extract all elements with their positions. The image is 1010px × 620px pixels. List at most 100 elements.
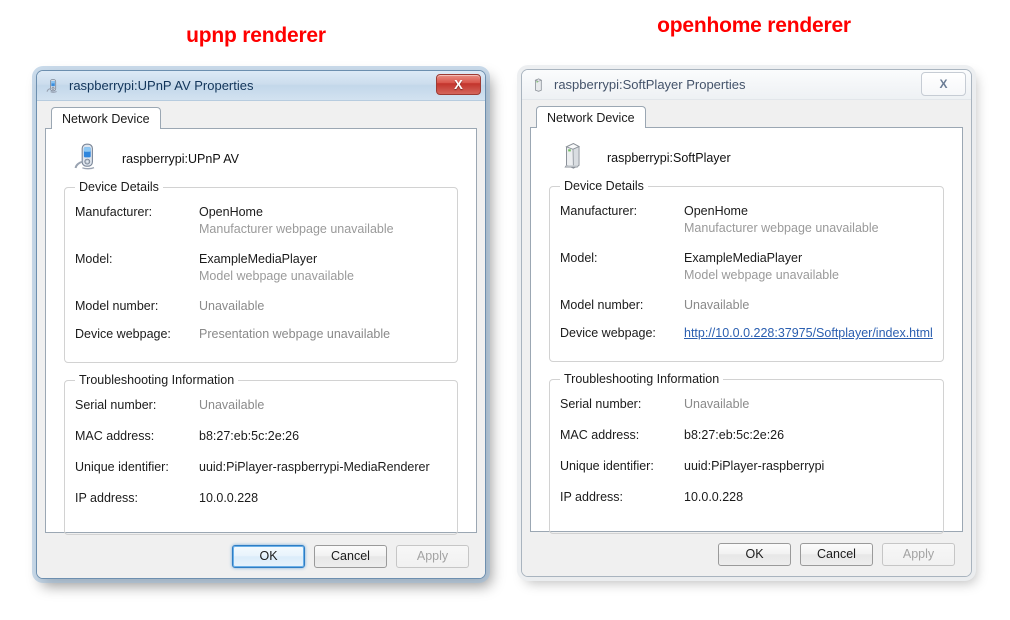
detail-value: Presentation webpage unavailable: [199, 327, 391, 341]
detail-label: Manufacturer:: [560, 204, 638, 218]
tab-label: Network Device: [62, 111, 150, 126]
trouble-value: 10.0.0.228: [684, 490, 744, 504]
device-details-rows: Manufacturer: OpenHome Manufacturer webp…: [560, 203, 933, 341]
trouble-value: uuid:PiPlayer-raspberrypi: [684, 459, 825, 473]
detail-subtext: Manufacturer webpage unavailable: [684, 221, 879, 235]
cancel-button[interactable]: Cancel: [314, 544, 387, 568]
detail-value: Unavailable: [684, 298, 750, 312]
trouble-row: IP address: 10.0.0.228: [560, 489, 933, 505]
dialog-softplayer-properties: raspberrypi:SoftPlayer Properties X Netw…: [521, 69, 972, 577]
group-device-details: Device Details Manufacturer: OpenHome Ma…: [549, 179, 944, 362]
ok-button[interactable]: OK: [718, 542, 791, 566]
apply-button-label: Apply: [416, 549, 449, 563]
detail-row: Model number: Unavailable: [75, 298, 447, 314]
group-troubleshooting-information: Troubleshooting Information Serial numbe…: [549, 372, 944, 534]
device-header: raspberrypi:SoftPlayer: [543, 138, 950, 178]
detail-value: OpenHome: [684, 204, 748, 218]
apply-button-label: Apply: [902, 547, 935, 561]
trouble-row: IP address: 10.0.0.228: [75, 490, 447, 506]
ok-button[interactable]: OK: [232, 544, 305, 568]
trouble-label: MAC address:: [75, 429, 155, 443]
trouble-value: b8:27:eb:5c:2e:26: [684, 428, 785, 442]
group-legend-device-details: Device Details: [75, 180, 163, 194]
dialog-upnp-av-properties: raspberrypi:UPnP AV Properties X Network…: [36, 70, 486, 579]
group-legend-device-details: Device Details: [560, 179, 648, 193]
titlebar-title-upnp-av: raspberrypi:UPnP AV Properties: [69, 78, 254, 93]
troubleshooting-rows: Serial number: Unavailable MAC address: …: [75, 397, 447, 506]
detail-row: Manufacturer: OpenHome Manufacturer webp…: [560, 203, 933, 236]
trouble-label: IP address:: [75, 491, 139, 505]
tabstrip-softplayer: Network Device: [530, 106, 963, 128]
detail-label: Model number:: [560, 298, 644, 312]
cancel-button-label: Cancel: [331, 549, 370, 563]
close-icon: X: [454, 77, 463, 92]
device-name: raspberrypi:SoftPlayer: [607, 151, 731, 165]
device-details-rows: Manufacturer: OpenHome Manufacturer webp…: [75, 204, 447, 342]
tabstrip-upnp-av: Network Device: [45, 107, 477, 129]
group-troubleshooting-information: Troubleshooting Information Serial numbe…: [64, 373, 458, 535]
group-legend-troubleshooting: Troubleshooting Information: [75, 373, 239, 387]
trouble-label: MAC address:: [560, 428, 640, 442]
detail-row: Device webpage: http://10.0.0.228:37975/…: [560, 325, 933, 341]
cancel-button[interactable]: Cancel: [800, 542, 873, 566]
detail-row: Manufacturer: OpenHome Manufacturer webp…: [75, 204, 447, 237]
group-device-details: Device Details Manufacturer: OpenHome Ma…: [64, 180, 458, 363]
trouble-label: Serial number:: [75, 398, 157, 412]
titlebar-title-softplayer: raspberrypi:SoftPlayer Properties: [554, 77, 746, 92]
detail-row: Device webpage: Presentation webpage una…: [75, 326, 447, 342]
group-legend-troubleshooting: Troubleshooting Information: [560, 372, 724, 386]
trouble-row: Serial number: Unavailable: [560, 396, 933, 412]
trouble-row: MAC address: b8:27:eb:5c:2e:26: [75, 428, 447, 444]
device-name: raspberrypi:UPnP AV: [122, 152, 239, 166]
dialog-body-softplayer: Network Device raspberrypi:SoftPlayer De…: [522, 100, 971, 576]
apply-button: Apply: [882, 542, 955, 566]
trouble-label: IP address:: [560, 490, 624, 504]
detail-value: Unavailable: [199, 299, 265, 313]
detail-label: Manufacturer:: [75, 205, 153, 219]
detail-label: Device webpage:: [75, 327, 171, 341]
trouble-value: b8:27:eb:5c:2e:26: [199, 429, 300, 443]
detail-value: OpenHome: [199, 205, 263, 219]
trouble-label: Unique identifier:: [75, 460, 169, 474]
trouble-value: uuid:PiPlayer-raspberrypi-MediaRenderer: [199, 460, 430, 474]
dialog-body-upnp-av: Network Device raspberrypi:UPnP AV Devic…: [37, 101, 485, 578]
detail-subtext: Manufacturer webpage unavailable: [199, 222, 394, 236]
trouble-row: MAC address: b8:27:eb:5c:2e:26: [560, 427, 933, 443]
apply-button: Apply: [396, 544, 469, 568]
trouble-label: Serial number:: [560, 397, 642, 411]
trouble-value: 10.0.0.228: [199, 491, 259, 505]
titlebar-softplayer: raspberrypi:SoftPlayer Properties X: [522, 70, 971, 100]
troubleshooting-rows: Serial number: Unavailable MAC address: …: [560, 396, 933, 505]
tabpanel-network-device: raspberrypi:SoftPlayer Device Details Ma…: [530, 127, 963, 534]
close-button[interactable]: X: [921, 72, 966, 96]
ok-button-label: OK: [745, 547, 764, 561]
trouble-label: Unique identifier:: [560, 459, 654, 473]
tab-network-device[interactable]: Network Device: [51, 107, 161, 129]
detail-row: Model: ExampleMediaPlayer Model webpage …: [75, 251, 447, 284]
media-player-device-icon: [45, 78, 61, 94]
detail-subtext: Model webpage unavailable: [684, 268, 839, 282]
device-header: raspberrypi:UPnP AV: [58, 139, 464, 179]
tab-label: Network Device: [547, 110, 635, 125]
detail-label: Model number:: [75, 299, 159, 313]
media-player-device-icon: [72, 142, 102, 177]
detail-value: ExampleMediaPlayer: [199, 252, 318, 266]
close-icon: X: [939, 77, 948, 91]
device-webpage-link[interactable]: http://10.0.0.228:37975/Softplayer/index…: [684, 325, 933, 341]
detail-label: Device webpage:: [560, 326, 656, 340]
detail-subtext: Model webpage unavailable: [199, 269, 354, 283]
tab-network-device[interactable]: Network Device: [536, 106, 646, 128]
close-button[interactable]: X: [436, 74, 481, 95]
caption-upnp-renderer: upnp renderer: [186, 24, 326, 47]
detail-row: Model: ExampleMediaPlayer Model webpage …: [560, 250, 933, 283]
trouble-row: Unique identifier: uuid:PiPlayer-raspber…: [560, 458, 933, 474]
detail-label: Model:: [560, 251, 598, 265]
dialog-footer-softplayer: OK Cancel Apply: [522, 532, 971, 576]
detail-label: Model:: [75, 252, 113, 266]
tabpanel-network-device: raspberrypi:UPnP AV Device Details Manuf…: [45, 128, 477, 535]
caption-openhome-renderer: openhome renderer: [657, 14, 851, 37]
trouble-row: Unique identifier: uuid:PiPlayer-raspber…: [75, 459, 447, 475]
cancel-button-label: Cancel: [817, 547, 856, 561]
trouble-value: Unavailable: [684, 397, 750, 411]
trouble-row: Serial number: Unavailable: [75, 397, 447, 413]
